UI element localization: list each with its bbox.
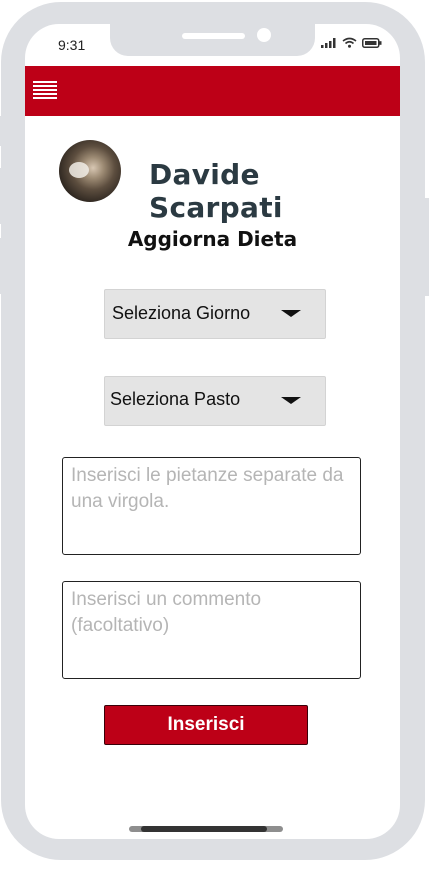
- meal-select-value: Seleziona Pasto: [110, 389, 241, 409]
- status-time: 9:31: [58, 37, 86, 53]
- chevron-down-icon: [281, 310, 301, 317]
- comment-input[interactable]: [62, 581, 361, 679]
- phone-power-button: [423, 198, 429, 296]
- page-title: Aggiorna Dieta: [127, 227, 298, 251]
- submit-button[interactable]: Inserisci: [104, 705, 308, 745]
- front-camera: [257, 28, 271, 42]
- app-bar: [25, 66, 400, 116]
- wifi-icon: [342, 37, 357, 48]
- meal-select[interactable]: Seleziona Pasto: [104, 376, 326, 426]
- speaker: [182, 33, 245, 39]
- phone-side-button: [0, 116, 3, 146]
- avatar: [59, 140, 121, 202]
- day-select-value: Seleziona Giorno: [112, 303, 251, 323]
- signal-icon: [321, 37, 336, 48]
- battery-icon: [362, 37, 382, 48]
- dishes-input[interactable]: [62, 457, 361, 555]
- notch: [110, 24, 315, 56]
- status-icons: [321, 37, 382, 48]
- day-select[interactable]: Seleziona Giorno: [104, 289, 326, 339]
- chevron-down-icon: [281, 397, 301, 404]
- phone-side-button: [0, 168, 3, 224]
- phone-screen: 9:31 Davide Scarpati Aggiorna Dieta Sele…: [25, 24, 400, 839]
- user-name: Davide Scarpati: [149, 158, 283, 224]
- home-indicator: [129, 826, 283, 832]
- hamburger-menu-icon[interactable]: [33, 81, 57, 101]
- phone-side-button: [0, 238, 3, 294]
